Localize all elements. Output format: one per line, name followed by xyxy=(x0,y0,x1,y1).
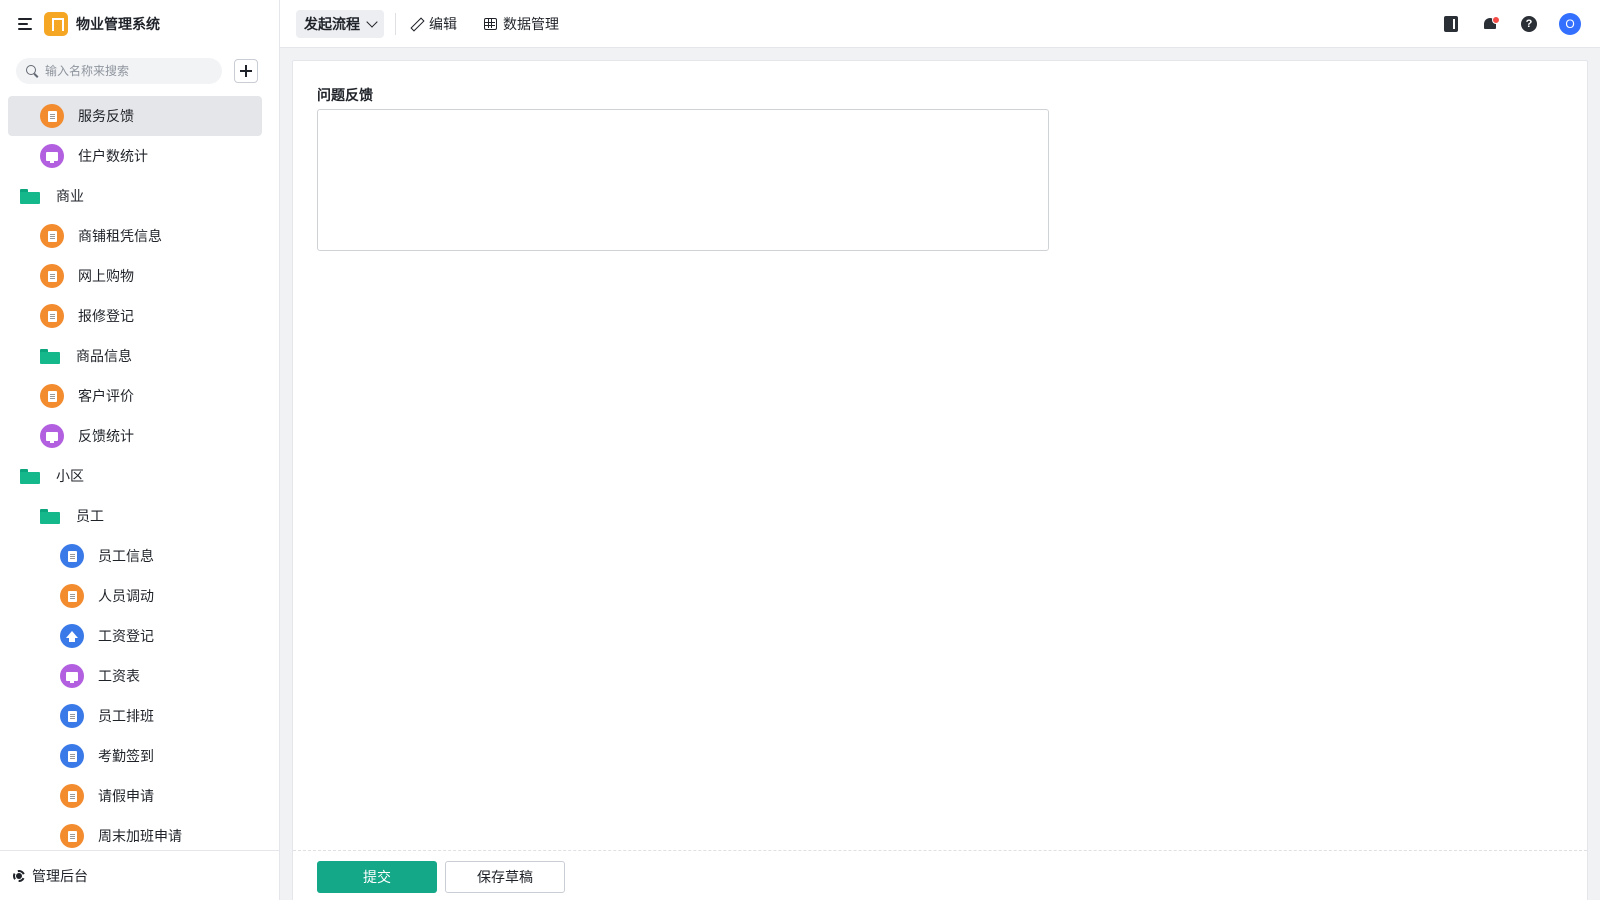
sidebar-item-label: 考勤签到 xyxy=(98,748,154,764)
sidebar-item-label: 商品信息 xyxy=(76,348,132,364)
sidebar-item[interactable]: 员工 xyxy=(0,496,279,536)
sidebar-item-label: 报修登记 xyxy=(78,308,134,324)
book-icon[interactable] xyxy=(1444,16,1458,32)
sidebar-item[interactable]: 客户评价 xyxy=(0,376,279,416)
edit-button[interactable]: 编辑 xyxy=(410,14,457,34)
sidebar-item[interactable]: 反馈统计 xyxy=(0,416,279,456)
folder-icon xyxy=(40,508,60,524)
report-icon xyxy=(40,424,64,448)
folder-icon xyxy=(20,188,40,204)
sidebar-item-label: 小区 xyxy=(56,468,84,484)
sidebar-item[interactable]: 报修登记 xyxy=(0,296,279,336)
report-icon xyxy=(40,144,64,168)
sidebar-item-label: 请假申请 xyxy=(98,788,154,804)
sidebar-item[interactable]: 服务反馈 xyxy=(8,96,262,136)
sidebar-item-label: 住户数统计 xyxy=(78,148,148,164)
chevron-down-icon xyxy=(366,16,378,28)
feedback-textarea[interactable] xyxy=(317,109,1049,251)
sidebar-item[interactable]: 员工信息 xyxy=(0,536,279,576)
sidebar-item-label: 客户评价 xyxy=(78,388,134,404)
search-icon xyxy=(26,64,39,78)
sidebar-item-label: 员工排班 xyxy=(98,708,154,724)
data-management-button[interactable]: 数据管理 xyxy=(484,14,559,34)
document-icon xyxy=(40,224,64,248)
sidebar-item-label: 人员调动 xyxy=(98,588,154,604)
menu-icon[interactable] xyxy=(18,18,32,30)
form-icon xyxy=(60,824,84,848)
document-icon xyxy=(60,704,84,728)
start-flow-dropdown[interactable]: 发起流程 xyxy=(296,10,384,38)
document-icon xyxy=(60,744,84,768)
sidebar-item[interactable]: 工资登记 xyxy=(0,616,279,656)
sidebar-item-label: 工资表 xyxy=(98,668,140,684)
bell-icon[interactable] xyxy=(1483,16,1500,32)
sidebar-item[interactable]: 住户数统计 xyxy=(0,136,279,176)
sidebar-item[interactable]: 员工排班 xyxy=(0,696,279,736)
app-logo-icon xyxy=(44,12,68,36)
edit-label: 编辑 xyxy=(429,16,457,32)
gear-icon xyxy=(12,869,26,883)
sidebar-item[interactable]: 周末加班申请 xyxy=(0,816,279,850)
admin-console-link[interactable]: 管理后台 xyxy=(0,850,279,900)
toolbar-divider xyxy=(395,13,396,35)
sidebar-item-label: 员工 xyxy=(76,508,104,524)
document-icon xyxy=(40,264,64,288)
sidebar-item[interactable]: 小区 xyxy=(0,456,279,496)
sidebar: 物业管理系统 服务反馈住户数统计商业商铺租凭信息网上购物报修登记商品信息客户评价… xyxy=(0,0,280,900)
brand: 物业管理系统 xyxy=(18,12,160,36)
form-icon xyxy=(60,584,84,608)
sidebar-item-label: 商业 xyxy=(56,188,84,204)
sidebar-item[interactable]: 网上购物 xyxy=(0,256,279,296)
folder-icon xyxy=(20,468,40,484)
sidebar-item[interactable]: 商业 xyxy=(0,176,279,216)
form-icon xyxy=(40,104,64,128)
app-title: 物业管理系统 xyxy=(76,16,160,32)
submit-button[interactable]: 提交 xyxy=(317,861,437,893)
sidebar-item[interactable]: 请假申请 xyxy=(0,776,279,816)
sidebar-item[interactable]: 商铺租凭信息 xyxy=(0,216,279,256)
report-icon xyxy=(60,664,84,688)
start-flow-label: 发起流程 xyxy=(304,16,360,32)
upload-icon xyxy=(60,624,84,648)
pencil-icon xyxy=(410,18,423,31)
sidebar-item-label: 反馈统计 xyxy=(78,428,134,444)
form-icon xyxy=(40,304,64,328)
sidebar-item-label: 工资登记 xyxy=(98,628,154,644)
sidebar-item-label: 服务反馈 xyxy=(78,108,134,124)
sidebar-nav: 服务反馈住户数统计商业商铺租凭信息 网上购物报修登记商品信息客户评价反馈统计小区员… xyxy=(0,96,279,850)
sidebar-item-label: 网上购物 xyxy=(78,268,134,284)
sidebar-item[interactable]: 工资表 xyxy=(0,656,279,696)
save-draft-button[interactable]: 保存草稿 xyxy=(445,861,565,893)
top-toolbar: 发起流程 编辑 数据管理 ? O xyxy=(280,0,1600,48)
search-box xyxy=(16,58,222,84)
admin-label: 管理后台 xyxy=(32,867,88,884)
table-icon xyxy=(484,18,497,30)
help-icon[interactable]: ? xyxy=(1521,16,1537,32)
document-icon xyxy=(40,384,64,408)
sidebar-item-label: 商铺租凭信息 xyxy=(78,228,162,244)
sidebar-item-label: 员工信息 xyxy=(98,548,154,564)
sidebar-item[interactable]: 考勤签到 xyxy=(0,736,279,776)
form-icon xyxy=(60,784,84,808)
add-button[interactable] xyxy=(234,59,258,83)
form-footer: 提交 保存草稿 xyxy=(293,850,1587,900)
data-management-label: 数据管理 xyxy=(503,16,559,32)
folder-icon xyxy=(40,348,60,364)
feedback-field-label: 问题反馈 xyxy=(317,87,373,103)
sidebar-item[interactable]: 商品信息 xyxy=(0,336,279,376)
sidebar-item-label: 周末加班申请 xyxy=(98,828,182,844)
search-input[interactable] xyxy=(45,64,215,78)
document-icon xyxy=(60,544,84,568)
form-panel: 问题反馈 提交 保存草稿 xyxy=(292,60,1588,900)
sidebar-item[interactable]: 人员调动 xyxy=(0,576,279,616)
avatar[interactable]: O xyxy=(1559,13,1581,35)
